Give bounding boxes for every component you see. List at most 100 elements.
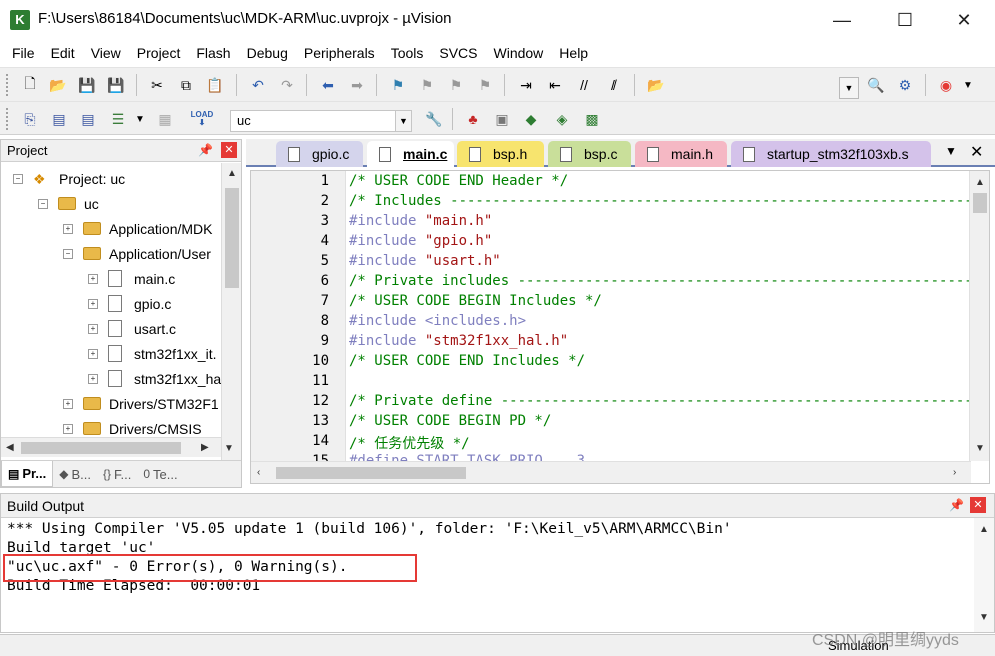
find-in-files-icon[interactable]: 📂 <box>646 75 666 95</box>
navigate-forward-icon[interactable]: ➡ <box>347 75 367 95</box>
scroll-up-icon[interactable]: ▲ <box>227 168 237 179</box>
load-icon[interactable]: LOAD ⬇ <box>191 109 214 129</box>
translate-icon[interactable]: ⎘ <box>20 109 40 129</box>
undo-icon[interactable]: ↶ <box>248 75 268 95</box>
tree-item[interactable]: + gpio.c <box>88 291 171 316</box>
target-select[interactable]: uc ▼ <box>230 110 412 132</box>
tree-item[interactable]: + stm32f1xx_ha <box>88 366 221 391</box>
code-line[interactable]: #include "stm32f1xx_hal.h" <box>349 333 969 353</box>
tab-pr[interactable]: ▤ Pr... <box>1 461 54 487</box>
chevron-down-icon[interactable]: ▼ <box>130 109 150 129</box>
tab-te[interactable]: 0 Te... <box>137 461 183 487</box>
paste-icon[interactable]: 📋 <box>205 75 225 95</box>
close-icon[interactable]: ✕ <box>221 142 237 158</box>
expand-icon[interactable]: + <box>88 298 98 309</box>
tree-vertical-scrollbar[interactable]: ▲ <box>221 163 241 460</box>
select-packs-icon[interactable]: ◈ <box>552 109 572 129</box>
navigate-back-icon[interactable]: ⬅ <box>318 75 338 95</box>
expand-icon[interactable]: + <box>88 273 98 284</box>
menu-project[interactable]: Project <box>129 45 189 61</box>
minimize-button[interactable]: — <box>822 6 862 34</box>
menu-peripherals[interactable]: Peripherals <box>296 45 383 61</box>
expand-icon[interactable]: + <box>63 398 73 409</box>
menu-help[interactable]: Help <box>551 45 596 61</box>
close-button[interactable]: ✕ <box>944 6 984 34</box>
code-line[interactable]: /* Private define ----------------------… <box>349 393 969 413</box>
scroll-right-icon[interactable]: ▶ <box>201 442 209 453</box>
build-icon[interactable]: ▤ <box>49 109 69 129</box>
menu-tools[interactable]: Tools <box>383 45 432 61</box>
comment-icon[interactable]: // <box>574 75 594 95</box>
scroll-thumb[interactable] <box>973 193 987 213</box>
code-line[interactable]: /* USER CODE BEGIN Includes */ <box>349 293 969 313</box>
open-file-icon[interactable]: 📂 <box>48 75 68 95</box>
code-editor[interactable]: 123456789101112131415 /* USER CODE END H… <box>250 170 990 484</box>
scroll-thumb[interactable] <box>276 467 466 479</box>
scroll-down-icon[interactable]: ▼ <box>979 612 989 623</box>
batch-build-icon[interactable]: ☰ <box>108 109 128 129</box>
pack-installer-icon[interactable]: ▩ <box>582 109 602 129</box>
menu-flash[interactable]: Flash <box>188 45 238 61</box>
editor-tab[interactable]: bsp.c <box>548 141 631 167</box>
manage-project-items-icon[interactable]: ♣ <box>463 109 483 129</box>
scroll-down-icon[interactable]: ▼ <box>224 443 234 454</box>
stop-build-icon[interactable]: ▦ <box>155 109 175 129</box>
save-icon[interactable]: 💾 <box>77 75 97 95</box>
code-line[interactable]: /* Private includes --------------------… <box>349 273 969 293</box>
editor-tab[interactable]: main.c <box>367 141 454 167</box>
editor-tab[interactable]: gpio.c <box>276 141 363 167</box>
editor-horizontal-scrollbar[interactable]: ‹ › <box>251 461 971 483</box>
tree-item[interactable]: + main.c <box>88 266 175 291</box>
new-file-icon[interactable]: 🗋 <box>20 75 40 95</box>
target-options-icon[interactable]: 🔧 <box>424 109 444 129</box>
incremental-find-icon[interactable]: ⚙ <box>895 75 915 95</box>
editor-tab[interactable]: main.h <box>635 141 727 167</box>
code-line[interactable]: #include <includes.h> <box>349 313 969 333</box>
menu-view[interactable]: View <box>83 45 129 61</box>
tree-item[interactable]: − uc <box>38 191 99 216</box>
redo-icon[interactable]: ↷ <box>277 75 297 95</box>
menu-file[interactable]: File <box>4 45 43 61</box>
unindent-icon[interactable]: ⇤ <box>545 75 565 95</box>
editor-tab[interactable]: startup_stm32f103xb.s <box>731 141 931 167</box>
code-line[interactable]: #include "gpio.h" <box>349 233 969 253</box>
tree-item[interactable]: + Application/MDK <box>63 216 213 241</box>
tree-item[interactable]: − ❖ Project: uc <box>13 166 125 191</box>
pin-icon[interactable]: 📌 <box>949 498 964 512</box>
scroll-thumb[interactable] <box>225 188 239 288</box>
next-bookmark-icon[interactable]: ⚑ <box>446 75 466 95</box>
menu-edit[interactable]: Edit <box>43 45 83 61</box>
maximize-button[interactable]: ☐ <box>885 6 925 34</box>
menu-debug[interactable]: Debug <box>239 45 296 61</box>
scroll-thumb[interactable] <box>21 442 181 454</box>
expand-icon[interactable]: + <box>88 373 98 384</box>
code-line[interactable]: /* Includes ----------------------------… <box>349 193 969 213</box>
collapse-icon[interactable]: − <box>38 198 48 209</box>
scroll-up-icon[interactable]: ▲ <box>975 177 985 188</box>
menu-svcs[interactable]: SVCS <box>431 45 485 61</box>
scroll-left-icon[interactable]: ◀ <box>6 442 14 453</box>
close-editor-icon[interactable]: ✕ <box>970 142 983 162</box>
debug-session-icon[interactable]: ◉ <box>936 75 956 95</box>
indent-icon[interactable]: ⇥ <box>516 75 536 95</box>
collapse-icon[interactable]: − <box>13 173 23 184</box>
bookmark-icon[interactable]: ⚑ <box>388 75 408 95</box>
scroll-down-icon[interactable]: ▼ <box>975 443 985 454</box>
tree-item[interactable]: + Drivers/STM32F1 <box>63 391 219 416</box>
cut-icon[interactable]: ✂ <box>147 75 167 95</box>
code-line[interactable]: #include "usart.h" <box>349 253 969 273</box>
expand-icon[interactable]: + <box>88 323 98 334</box>
toolbar-grip[interactable] <box>6 108 10 130</box>
editor-tab[interactable]: bsp.h <box>457 141 544 167</box>
expand-icon[interactable]: + <box>63 223 73 234</box>
editor-vertical-scrollbar[interactable]: ▲ ▼ <box>969 171 989 461</box>
chevron-down-icon[interactable]: ▼ <box>395 111 411 131</box>
scroll-left-icon[interactable]: ‹ <box>257 467 260 478</box>
expand-icon[interactable]: + <box>88 348 98 359</box>
expand-icon[interactable]: + <box>63 423 73 434</box>
save-all-icon[interactable]: 💾 <box>106 75 126 95</box>
file-extensions-icon[interactable]: ▣ <box>492 109 512 129</box>
uncomment-icon[interactable]: /̸ <box>603 75 623 95</box>
find-icon[interactable]: 🔍 <box>866 75 886 95</box>
clear-bookmarks-icon[interactable]: ⚑ <box>475 75 495 95</box>
